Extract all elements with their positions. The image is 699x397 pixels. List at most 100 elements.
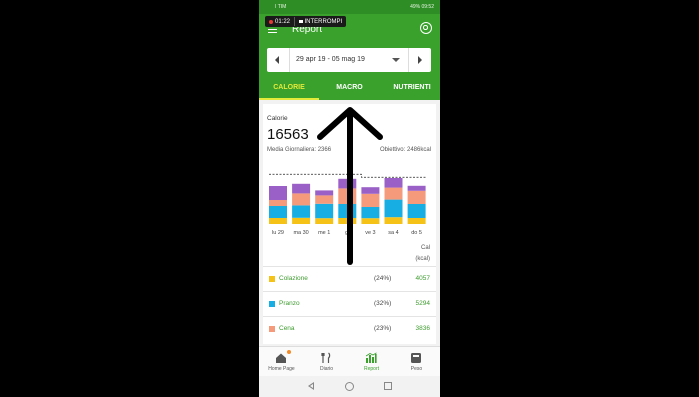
daily-average: Media Giornaliera: 2366 [267, 147, 332, 153]
bar-segment-3[interactable] [338, 188, 357, 204]
bar-segment-1[interactable] [292, 217, 311, 224]
nav-diario-label: Diario [319, 366, 334, 372]
bar-segment-2[interactable] [361, 207, 380, 219]
hamburger-menu-icon[interactable] [268, 26, 277, 34]
bar-segment-1[interactable] [315, 218, 334, 224]
meal-row-colazione[interactable]: Colazione (24%) 4057 [263, 266, 436, 292]
bar-segment-4[interactable] [292, 183, 311, 194]
meal-row-pranzo[interactable]: Pranzo (32%) 5294 [263, 291, 436, 317]
x-tick-label: gi [345, 230, 349, 236]
bar-segment-2[interactable] [338, 204, 357, 218]
calories-label: Calorie [267, 115, 288, 122]
date-range-selector[interactable]: 29 apr 19 - 05 mag 19 [267, 48, 431, 72]
color-swatch [269, 326, 275, 332]
x-tick-label: lu 29 [272, 230, 284, 236]
system-home-icon[interactable] [345, 382, 354, 391]
bar-segment-1[interactable] [384, 217, 403, 224]
meal-percent: (32%) [374, 300, 392, 307]
report-tabs: CALORIE MACRO NUTRIENTI [259, 78, 440, 100]
x-tick-label: sa 4 [388, 230, 398, 236]
bar-segment-4[interactable] [384, 178, 403, 188]
bar-segment-4[interactable] [269, 186, 287, 200]
nav-diario[interactable]: Diario [304, 347, 349, 377]
bar-segment-3[interactable] [315, 195, 334, 204]
report-chart-icon [365, 352, 377, 363]
tab-macro[interactable]: MACRO [319, 78, 380, 100]
bar-segment-1[interactable] [407, 218, 426, 224]
calorie-goal: Obiettivo: 2486kcal [379, 147, 431, 153]
bar-segment-3[interactable] [292, 193, 311, 206]
color-swatch [269, 301, 275, 307]
meal-row-cena[interactable]: Cena (23%) 3836 [263, 316, 436, 342]
dropdown-caret-icon[interactable] [392, 58, 400, 62]
stop-recording-button[interactable]: INTERROMPI [295, 19, 346, 25]
nav-peso-label: Peso [410, 366, 423, 372]
meal-calories: 3836 [415, 325, 430, 332]
bar-segment-3[interactable] [407, 190, 426, 204]
tab-nutrienti[interactable]: NUTRIENTI [380, 78, 440, 100]
bar-segment-2[interactable] [384, 199, 403, 218]
x-tick-label: do 5 [411, 230, 422, 236]
nav-report-label: Report [363, 366, 379, 372]
bar-segment-3[interactable] [384, 187, 403, 200]
bar-segment-3[interactable] [361, 193, 380, 207]
bottom-navigation: Home Page Diario Report Peso [259, 346, 440, 377]
battery-label: 49% [410, 4, 421, 10]
stop-recording-label: INTERROMPI [304, 18, 343, 25]
status-bar: I TIM 49% 09:52 [259, 0, 440, 14]
meal-name: Pranzo [279, 300, 300, 307]
bar-segment-2[interactable] [269, 206, 287, 218]
date-range-bar: 29 apr 19 - 05 mag 19 [259, 44, 440, 78]
nav-home[interactable]: Home Page [259, 347, 304, 377]
next-week-button[interactable] [408, 48, 431, 72]
bar-segment-4[interactable] [407, 185, 426, 191]
kcal-header-label: (kcal) [415, 256, 430, 262]
system-recents-icon[interactable] [384, 382, 392, 390]
previous-week-button[interactable] [267, 48, 290, 72]
meal-name: Cena [279, 325, 295, 332]
bar-segment-1[interactable] [269, 218, 287, 224]
nav-peso[interactable]: Peso [394, 347, 439, 377]
clock-label: 09:52 [421, 4, 434, 10]
bar-segment-2[interactable] [315, 203, 334, 219]
x-tick-label: ve 3 [365, 230, 375, 236]
stop-icon [299, 19, 303, 24]
x-tick-label: ma 30 [293, 230, 308, 236]
date-range-label: 29 apr 19 - 05 mag 19 [296, 56, 365, 63]
calorie-column-header: Cal (kcal) [415, 243, 430, 265]
home-icon [276, 353, 286, 363]
scale-icon [411, 353, 421, 363]
notification-badge [287, 350, 291, 354]
status-right: 49% 09:52 [410, 4, 434, 10]
carrier-label: I TIM [275, 4, 287, 10]
recording-timer: 01:22 [265, 19, 294, 25]
fork-knife-icon [321, 352, 331, 363]
bar-segment-1[interactable] [361, 218, 380, 224]
bar-segment-3[interactable] [269, 200, 287, 206]
screen-recording-pill[interactable]: 01:22 INTERROMPI [265, 16, 347, 27]
cal-header-label: Cal [420, 245, 430, 251]
calorie-report-card: Calorie 16563 Media Giornaliera: 2366 Ob… [263, 104, 436, 344]
nav-home-label: Home Page [268, 366, 295, 372]
calories-total: 16563 [267, 126, 309, 143]
target-goal-icon[interactable] [420, 22, 432, 34]
bar-segment-1[interactable] [338, 218, 357, 224]
system-navigation-bar [259, 376, 440, 397]
goal-line [269, 173, 427, 178]
meal-percent: (23%) [374, 325, 392, 332]
record-dot-icon [269, 19, 273, 24]
meal-calories: 5294 [415, 300, 430, 307]
bar-segment-4[interactable] [315, 190, 334, 196]
color-swatch [269, 276, 275, 282]
tab-calorie[interactable]: CALORIE [259, 78, 319, 100]
phone-screen: I TIM 49% 09:52 Report 01:22 INTERROMPI … [259, 0, 440, 397]
meal-calories: 4057 [415, 275, 430, 282]
bar-segment-4[interactable] [361, 187, 380, 194]
bar-segment-4[interactable] [338, 178, 357, 189]
bar-segment-2[interactable] [407, 204, 426, 218]
bar-segment-2[interactable] [292, 205, 311, 218]
nav-report[interactable]: Report [349, 347, 394, 377]
meal-percent: (24%) [374, 275, 392, 282]
meal-name: Colazione [279, 275, 308, 282]
system-back-icon[interactable] [308, 382, 314, 390]
